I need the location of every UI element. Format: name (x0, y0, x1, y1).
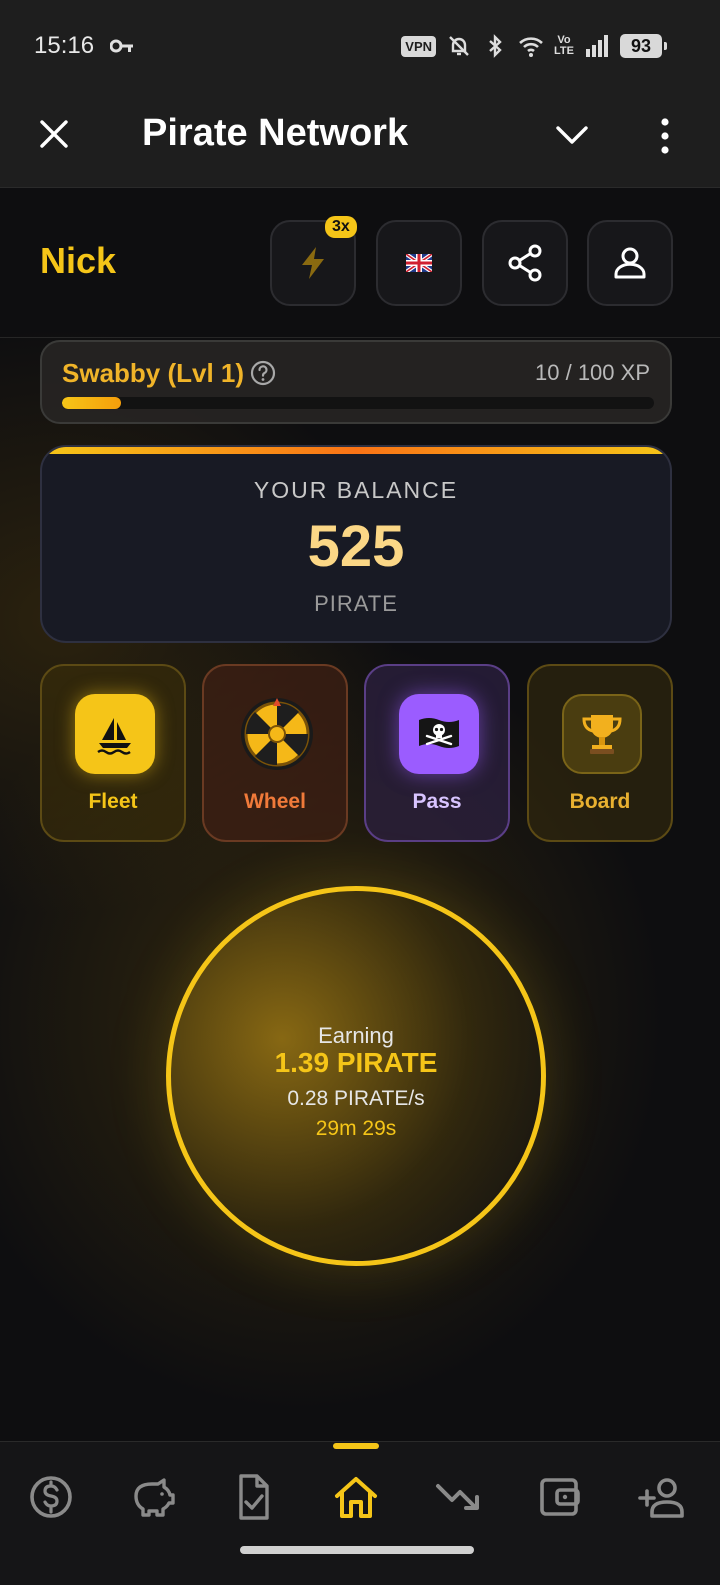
system-home-indicator[interactable] (240, 1546, 474, 1554)
home-icon[interactable] (331, 1472, 381, 1522)
pass-tile[interactable]: Pass (364, 664, 510, 842)
earning-claim-button[interactable]: Earning 1.39 PIRATE 0.28 PIRATE/s 29m 29… (166, 886, 546, 1266)
bottom-nav (0, 1441, 720, 1585)
wheel-tile[interactable]: Wheel (202, 664, 348, 842)
piggy-bank-icon[interactable] (128, 1472, 178, 1522)
user-name: Nick (40, 240, 117, 281)
app-header: Pirate Network (0, 90, 720, 188)
uk-flag-icon (406, 254, 432, 272)
help-icon[interactable] (250, 360, 276, 386)
profile-icon (614, 247, 646, 279)
vpn-badge: VPN (401, 35, 437, 57)
board-tile[interactable]: Board (527, 664, 673, 842)
xp-text: 10 / 100 XP (535, 360, 650, 385)
earning-timer: 29m 29s (315, 1117, 397, 1140)
profile-button[interactable] (587, 220, 673, 306)
earning-amount: 1.39 PIRATE (274, 1047, 438, 1078)
wheel-icon (241, 698, 313, 770)
volte-bottom: LTE (554, 45, 574, 57)
balance-unit: PIRATE (314, 591, 398, 616)
screen: 15:16 VPN Vo LTE 93 Pirate Network Nick … (0, 0, 720, 1585)
board-icon-box (562, 694, 642, 774)
status-icons: VPN Vo LTE (401, 30, 610, 62)
lightning-icon (302, 247, 324, 279)
more-vertical-icon[interactable] (650, 114, 680, 158)
close-icon[interactable] (34, 114, 74, 154)
earning-label: Earning (318, 1023, 394, 1048)
page-title: Pirate Network (142, 112, 409, 154)
sailboat-icon (97, 718, 131, 755)
pirate-flag-icon (419, 718, 459, 748)
dollar-icon[interactable] (26, 1472, 76, 1522)
user-bar: Nick 3x (0, 188, 720, 338)
balance-value: 525 (307, 514, 405, 579)
boost-badge: 3x (325, 216, 357, 238)
level-name: Swabby (Lvl 1) (62, 358, 245, 388)
board-label: Board (569, 790, 631, 813)
language-button[interactable] (376, 220, 462, 306)
mute-icon (449, 36, 469, 56)
nav-active-indicator (333, 1443, 379, 1449)
volte-indicator: Vo LTE (554, 35, 574, 57)
level-card[interactable]: Swabby (Lvl 1) 10 / 100 XP (40, 340, 672, 424)
wifi-icon (519, 37, 543, 57)
share-icon (508, 244, 542, 282)
boost-button[interactable]: 3x (270, 216, 357, 306)
battery-icon: 93 (620, 34, 667, 58)
battery-tip (664, 42, 667, 50)
battery-level: 93 (620, 34, 662, 58)
share-button[interactable] (482, 220, 568, 306)
signal-icon (586, 35, 608, 57)
fleet-tile[interactable]: Fleet (40, 664, 186, 842)
tasks-icon[interactable] (229, 1472, 279, 1522)
add-user-icon[interactable] (638, 1472, 688, 1522)
xp-progress-fill (62, 397, 122, 409)
status-bar: 15:16 VPN Vo LTE 93 (0, 0, 720, 90)
chevron-down-icon[interactable] (552, 118, 592, 154)
trophy-icon (582, 715, 622, 754)
status-time: 15:16 (34, 32, 95, 59)
bluetooth-icon (489, 34, 502, 58)
balance-label: YOUR BALANCE (253, 477, 459, 503)
balance-accent-line (42, 447, 670, 454)
earning-rate: 0.28 PIRATE/s (287, 1087, 425, 1110)
pass-label: Pass (412, 790, 462, 813)
fleet-icon-box (75, 694, 155, 774)
wallet-icon[interactable] (535, 1472, 585, 1522)
xp-progress-bar (62, 397, 654, 409)
balance-card: YOUR BALANCE 525 PIRATE (40, 445, 672, 643)
wheel-label: Wheel (244, 790, 306, 813)
key-icon (110, 39, 133, 53)
fleet-label: Fleet (88, 790, 138, 813)
wheel-icon-box (237, 694, 317, 774)
trending-down-icon[interactable] (434, 1472, 484, 1522)
pass-icon-box (399, 694, 479, 774)
